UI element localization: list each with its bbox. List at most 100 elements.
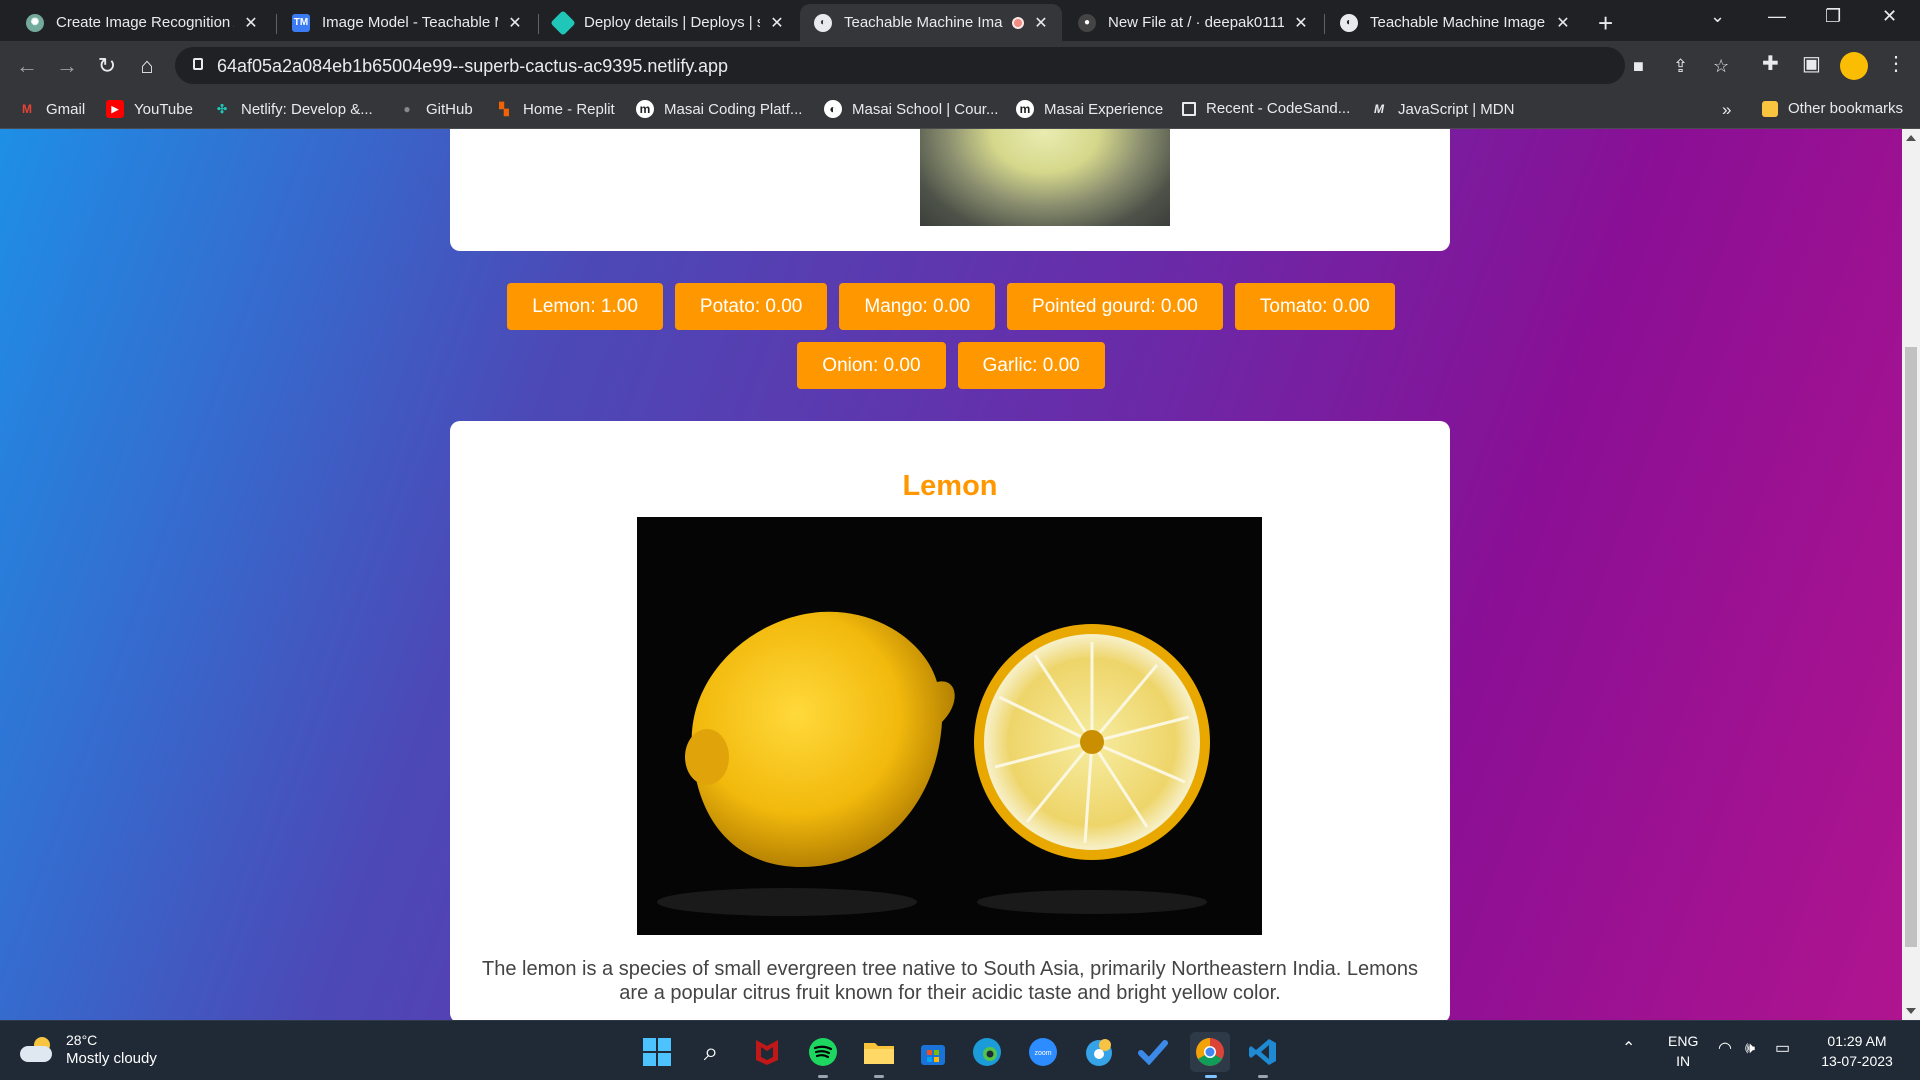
- prediction-badge: Onion: 0.00: [797, 342, 946, 389]
- clock[interactable]: 01:29 AM 13-07-2023: [1812, 1031, 1902, 1071]
- bookmark-label: JavaScript | MDN: [1398, 100, 1515, 118]
- tab-2[interactable]: TM Image Model - Teachable M ✕: [278, 4, 536, 41]
- vscode-icon[interactable]: [1246, 1035, 1280, 1078]
- tab-divider: [538, 14, 539, 34]
- bookmark-masai-coding[interactable]: m Masai Coding Platf...: [636, 100, 802, 118]
- predictions-row: Onion: 0.00 Garlic: 0.00: [0, 342, 1902, 389]
- camera-icon[interactable]: ■: [1633, 56, 1644, 77]
- bookmark-masai-experience[interactable]: m Masai Experience: [1016, 100, 1163, 118]
- globe-icon: ◐: [824, 100, 842, 118]
- more-bookmarks-chevron-icon[interactable]: »: [1722, 100, 1731, 120]
- prediction-badge: Potato: 0.00: [674, 283, 828, 330]
- todo-checkmark-icon[interactable]: [1136, 1035, 1170, 1069]
- scrollbar-thumb[interactable]: [1905, 347, 1917, 947]
- tab-divider: [276, 14, 277, 34]
- page-scrollbar[interactable]: [1902, 129, 1920, 1020]
- recording-indicator-icon: [1012, 16, 1024, 29]
- close-icon[interactable]: ✕: [1032, 13, 1050, 33]
- close-icon[interactable]: ✕: [1554, 13, 1572, 33]
- url-text: 64af05a2a084eb1b65004e99--superb-cactus-…: [217, 56, 729, 76]
- address-bar[interactable]: 64af05a2a084eb1b65004e99--superb-cactus-…: [175, 47, 1729, 84]
- gmail-icon: M: [22, 102, 32, 116]
- cloudy-weather-icon: [20, 1037, 56, 1063]
- lock-icon: [193, 58, 203, 70]
- home-icon[interactable]: ⌂: [132, 51, 162, 81]
- prediction-badge: Pointed gourd: 0.00: [1007, 283, 1223, 330]
- bookmark-youtube[interactable]: ▶ YouTube: [106, 100, 193, 118]
- youtube-icon: ▶: [106, 100, 124, 118]
- share-icon[interactable]: ⇪: [1673, 56, 1688, 77]
- show-hidden-icons-chevron-icon[interactable]: ⌃: [1622, 1039, 1635, 1059]
- bookmark-label: Masai School | Cour...: [852, 100, 999, 118]
- masai-icon: m: [636, 100, 654, 118]
- wifi-icon[interactable]: ◠: [1718, 1039, 1732, 1059]
- scroll-up-arrow-icon[interactable]: [1906, 135, 1916, 141]
- bookmark-label: Other bookmarks: [1788, 100, 1904, 117]
- close-icon[interactable]: ✕: [242, 13, 260, 33]
- search-icon[interactable]: ⌕: [694, 1035, 728, 1069]
- prediction-badge: Lemon: 1.00: [507, 283, 663, 330]
- file-explorer-icon[interactable]: [862, 1035, 896, 1078]
- replit-icon: ▚: [499, 102, 509, 116]
- zoom-icon[interactable]: zoom: [1026, 1035, 1060, 1069]
- battery-icon[interactable]: ▭: [1775, 1039, 1790, 1059]
- back-arrow-icon[interactable]: ←: [12, 51, 42, 81]
- clock-time: 01:29 AM: [1827, 1033, 1887, 1049]
- webcam-feed: [920, 129, 1170, 226]
- restore-icon[interactable]: ❐: [1825, 6, 1841, 27]
- tab-5[interactable]: ● New File at / · deepak0111 ✕: [1064, 4, 1322, 41]
- new-tab-plus-icon[interactable]: +: [1598, 8, 1613, 39]
- chatgpt-icon: ✺: [26, 13, 44, 32]
- profile-avatar[interactable]: [1840, 52, 1868, 80]
- bookmark-star-icon[interactable]: ☆: [1713, 56, 1729, 77]
- tab-title: Teachable Machine Image M: [1370, 14, 1546, 31]
- edge-icon[interactable]: [970, 1035, 1004, 1069]
- tab-title: Teachable Machine Ima: [844, 14, 1003, 31]
- language-indicator[interactable]: ENG IN: [1668, 1031, 1698, 1071]
- running-indicator: [1258, 1075, 1268, 1078]
- tab-3[interactable]: Deploy details | Deploys | su ✕: [540, 4, 798, 41]
- bookmark-label: Masai Experience: [1044, 100, 1164, 118]
- tab-6[interactable]: ◐ Teachable Machine Image M ✕: [1326, 4, 1584, 41]
- bookmark-github[interactable]: ● GitHub: [398, 100, 472, 118]
- bookmark-masai-school[interactable]: ◐ Masai School | Cour...: [824, 100, 998, 118]
- bookmark-replit[interactable]: ▚ Home - Replit: [495, 100, 615, 118]
- other-bookmarks-folder[interactable]: Other bookmarks: [1762, 100, 1903, 117]
- microsoft-store-icon[interactable]: [916, 1035, 950, 1069]
- close-window-icon[interactable]: ✕: [1882, 6, 1897, 27]
- bookmark-mdn[interactable]: M JavaScript | MDN: [1370, 100, 1514, 118]
- masai-icon: m: [1016, 100, 1034, 118]
- bookmark-codesandbox[interactable]: Recent - CodeSand...: [1182, 100, 1350, 117]
- minimize-icon[interactable]: —: [1768, 6, 1786, 27]
- forward-arrow-icon[interactable]: →: [52, 51, 82, 81]
- tab-4-active[interactable]: ◐ Teachable Machine Ima ✕: [800, 4, 1062, 41]
- tab-title: New File at / · deepak0111: [1108, 14, 1284, 31]
- reload-icon[interactable]: ↻: [92, 51, 122, 81]
- tab-title: Image Model - Teachable M: [322, 14, 498, 31]
- mdn-icon: M: [1374, 102, 1384, 116]
- weather-temp: 28°C: [66, 1032, 98, 1048]
- close-icon[interactable]: ✕: [506, 13, 524, 33]
- close-icon[interactable]: ✕: [1292, 13, 1310, 33]
- bookmark-label: Home - Replit: [523, 100, 615, 118]
- result-title: Lemon: [902, 470, 998, 502]
- scroll-down-arrow-icon[interactable]: [1906, 1008, 1916, 1014]
- tab-search-chevron-icon[interactable]: ⌄: [1710, 6, 1725, 27]
- menu-kebab-icon[interactable]: ⋮: [1886, 51, 1906, 76]
- windows-taskbar: 28°C Mostly cloudy ⌕ zoom ⌃ ENG IN ◠ 🕪 ▭…: [0, 1020, 1920, 1080]
- extensions-puzzle-icon[interactable]: ✚: [1762, 51, 1779, 76]
- webcam-card: [450, 129, 1450, 251]
- netlify-icon: ✣: [216, 102, 228, 116]
- bookmark-gmail[interactable]: M Gmail: [18, 100, 85, 118]
- side-panel-icon[interactable]: ▣: [1802, 51, 1821, 76]
- windows-start-icon[interactable]: [640, 1035, 674, 1069]
- tab-1[interactable]: ✺ Create Image Recognition A ✕: [12, 4, 272, 41]
- edge-beta-icon[interactable]: [1082, 1035, 1116, 1069]
- volume-icon[interactable]: 🕪: [1745, 1039, 1755, 1059]
- close-icon[interactable]: ✕: [768, 13, 786, 33]
- weather-widget[interactable]: 28°C Mostly cloudy: [20, 1031, 157, 1069]
- spotify-icon[interactable]: [806, 1035, 840, 1078]
- mcafee-icon[interactable]: [750, 1035, 784, 1069]
- chrome-icon[interactable]: [1190, 1032, 1230, 1078]
- bookmark-netlify[interactable]: ✣ Netlify: Develop &...: [213, 100, 373, 118]
